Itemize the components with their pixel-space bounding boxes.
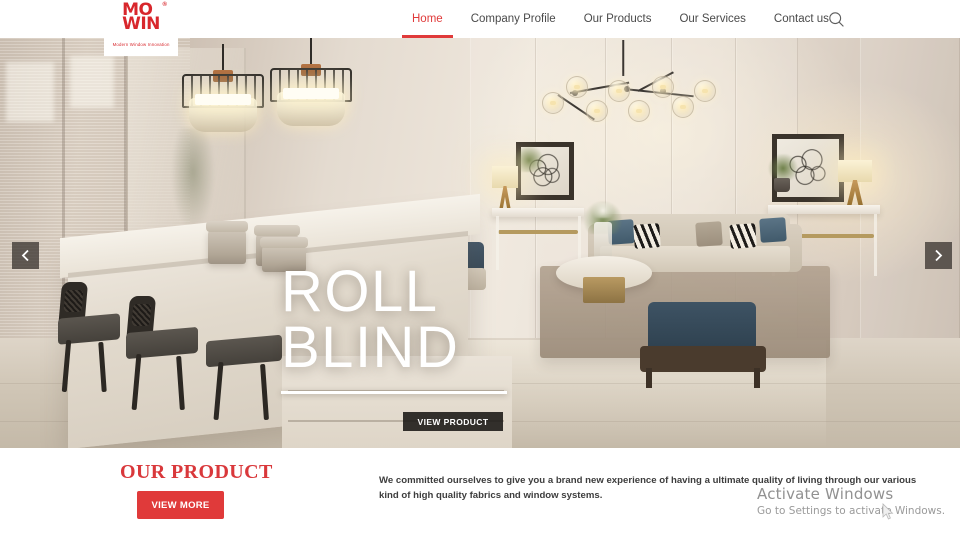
pendant-light-right [270,38,352,134]
lamp-shade [492,166,518,188]
console-leg [874,214,877,276]
chevron-right-icon [935,249,943,262]
chandelier-globe [542,92,564,114]
stool-rattan-panel [131,304,152,326]
armchair-front [640,286,766,388]
chandelier-globe [672,96,694,118]
stool-leg [131,353,142,411]
armchair-leg [646,368,652,388]
nav-label-contact-us: Contact us [773,13,829,25]
canister-lid [206,221,248,232]
view-more-button[interactable]: VIEW MORE [137,491,224,519]
nav-label-company-profile: Company Profile [470,13,556,25]
console-table-lamp [838,160,872,206]
chandelier-globe [694,80,716,102]
mouse-cursor-icon [882,503,894,526]
glass-vase [594,222,613,258]
nav-label-our-services: Our Services [679,13,746,25]
stool-leg [176,355,185,411]
chevron-left-icon [21,249,29,262]
ceramic-canister [206,221,248,264]
armchair-wood-frame [640,346,766,388]
nav-item-company-profile[interactable]: Company Profile [457,0,570,38]
armchair-leg [754,368,760,388]
nav-label-home: Home [412,13,443,25]
chandelier-globe [586,100,608,122]
console-table-lamp-left [492,166,518,212]
section-title-our-product: OUR PRODUCT [120,461,273,483]
lamp-base [846,180,864,206]
carousel-prev-button[interactable] [12,242,39,269]
stool-leg [260,363,269,421]
stool-rattan-panel [63,290,84,312]
search-icon[interactable] [828,11,845,28]
sofa-pillow-zebra [633,223,661,249]
round-coffee-table [556,200,652,304]
chandelier-stem [622,40,624,76]
chandelier-globe [652,76,674,98]
pendant-bulb [195,94,251,105]
hero-text-block: ROLL BLIND VIEW PRODUCT [281,259,507,431]
product-description-text: We committed ourselves to give you a bra… [379,475,917,502]
sofa-pillow-taupe [695,221,723,247]
hero-title-line-2: BLIND [281,314,460,380]
chandelier-globe [628,100,650,122]
nav-item-home[interactable]: Home [398,0,457,38]
our-product-section: OUR PRODUCT VIEW MORE We committed ourse… [0,448,960,538]
canister-lid [254,225,300,236]
nav-item-our-services[interactable]: Our Services [665,0,759,38]
console-plant-pot [774,178,790,192]
pendant-light-left [182,44,264,140]
chandelier-globe [608,80,630,102]
sofa-pillow-blue [759,217,787,243]
right-console-table [768,205,880,214]
canister-lid [260,237,308,248]
logo-mark: MO WIN ® [122,2,167,34]
lamp-shade [838,160,872,182]
view-product-button[interactable]: VIEW PRODUCT [403,412,503,431]
coffee-table-base [582,277,626,304]
stool-leg [213,361,224,421]
carousel-next-button[interactable] [925,242,952,269]
nav-label-our-products: Our Products [583,13,652,25]
hero-divider-rule [281,391,507,394]
window-light [6,62,54,122]
chandelier-globe [566,76,588,98]
hero-carousel: ROLL BLIND VIEW PRODUCT [0,38,960,448]
console-plant-leaves [766,154,800,180]
bar-stool-right [206,304,282,421]
bubble-chandelier [528,40,718,130]
logo-tagline: Modern Window Innovation [112,41,170,48]
hero-title-line-1: ROLL [281,259,439,324]
bar-stool-left [57,282,120,393]
bar-stool-center [125,296,198,411]
logo-line-2: WIN [122,13,160,34]
nav-item-our-products[interactable]: Our Products [570,0,666,38]
console-brass-bar [498,230,578,234]
window-light [70,56,114,108]
sofa-pillow-zebra [729,223,757,249]
site-logo[interactable]: MO WIN ® Modern Window Innovation [104,0,178,56]
main-navigation: Home Company Profile Our Products Our Se… [398,0,843,38]
pendant-bulb [283,88,339,99]
registered-trademark-icon: ® [162,2,167,8]
left-console-table [492,208,584,217]
stool-seat [206,334,282,368]
